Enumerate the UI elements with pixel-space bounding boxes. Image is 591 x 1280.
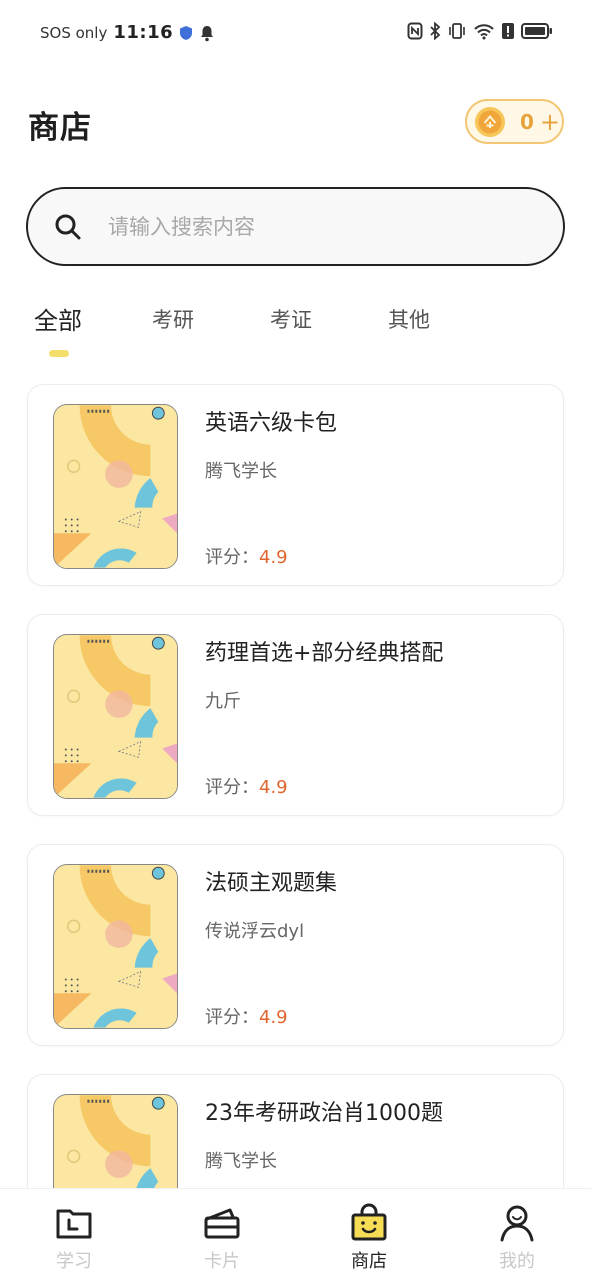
- rating-value: 4.9: [259, 547, 288, 568]
- nav-label-study: 学习: [56, 1251, 92, 1272]
- category-tabs: 全部 考研 考证 其他: [0, 296, 591, 366]
- study-icon: [56, 1209, 92, 1239]
- product-author: 腾飞学长: [205, 1151, 277, 1172]
- status-bar: SOS only 11:16: [0, 0, 591, 66]
- product-rating: 评分：4.9: [205, 1003, 288, 1029]
- tab-all[interactable]: 全部: [34, 301, 82, 336]
- coin-icon: [475, 106, 505, 137]
- active-tab-indicator: [49, 350, 69, 357]
- tab-kaoyan[interactable]: 考研: [152, 304, 194, 334]
- product-author: 传说浮云dyl: [205, 921, 305, 942]
- product-card[interactable]: 英语六级卡包 腾飞学长 评分：4.9: [27, 384, 564, 586]
- profile-icon: [500, 1205, 534, 1242]
- vibrate-icon: [449, 23, 465, 39]
- coin-count: 0: [520, 109, 534, 134]
- product-card[interactable]: 药理首选+部分经典搭配 九斤 评分：4.9: [27, 614, 564, 816]
- product-author: 九斤: [205, 691, 241, 712]
- tab-kaozheng[interactable]: 考证: [270, 304, 312, 334]
- card-icon: [204, 1208, 240, 1239]
- search-input[interactable]: [108, 214, 488, 239]
- product-rating: 评分：4.9: [205, 543, 288, 569]
- nav-item-card[interactable]: 卡片: [182, 1203, 262, 1273]
- product-rating: 评分：4.9: [205, 773, 288, 799]
- clock: 11:16: [113, 22, 174, 43]
- bluetooth-icon: [430, 22, 441, 40]
- bottom-nav: 学习 卡片 商店 我的: [0, 1188, 591, 1280]
- shop-bag-icon: [351, 1203, 387, 1241]
- product-cover-image: [53, 864, 178, 1029]
- cover-pattern: [54, 865, 177, 1028]
- rating-label: 评分：: [205, 547, 259, 568]
- product-title: 法硕主观题集: [205, 871, 338, 896]
- product-author: 腾飞学长: [205, 461, 277, 482]
- cover-pattern: [54, 635, 177, 798]
- product-card[interactable]: 法硕主观题集 传说浮云dyl 评分：4.9: [27, 844, 564, 1046]
- rating-label: 评分：: [205, 777, 259, 798]
- nav-item-shop[interactable]: 商店: [329, 1203, 409, 1273]
- nav-item-study[interactable]: 学习: [34, 1203, 114, 1273]
- nav-label-card: 卡片: [204, 1251, 240, 1272]
- nav-label-profile: 我的: [499, 1251, 535, 1272]
- nav-item-profile[interactable]: 我的: [477, 1203, 557, 1273]
- rating-value: 4.9: [259, 1007, 288, 1028]
- page-title: 商店: [28, 110, 92, 146]
- signal-alert-icon: [502, 23, 514, 39]
- product-title: 药理首选+部分经典搭配: [205, 641, 444, 666]
- add-coins-icon: +: [539, 107, 561, 136]
- shield-icon: [180, 25, 193, 40]
- product-cover-image: [53, 404, 178, 569]
- rating-label: 评分：: [205, 1007, 259, 1028]
- product-cover-image: [53, 634, 178, 799]
- coin-balance-button[interactable]: 0 +: [465, 99, 564, 144]
- search-bar[interactable]: [26, 187, 565, 266]
- rating-value: 4.9: [259, 777, 288, 798]
- battery-icon: [521, 23, 552, 39]
- nav-label-shop: 商店: [351, 1251, 387, 1272]
- tab-other[interactable]: 其他: [388, 304, 430, 334]
- search-icon: [55, 214, 81, 239]
- product-title: 23年考研政治肖1000题: [205, 1101, 443, 1126]
- nfc-icon: [407, 22, 423, 40]
- status-right: [407, 22, 553, 40]
- status-left: SOS only 11:16: [40, 22, 215, 43]
- bell-icon: [201, 25, 214, 41]
- carrier-text: SOS only: [40, 23, 108, 42]
- wifi-icon: [474, 24, 494, 40]
- cover-pattern: [54, 405, 177, 568]
- product-title: 英语六级卡包: [205, 411, 338, 436]
